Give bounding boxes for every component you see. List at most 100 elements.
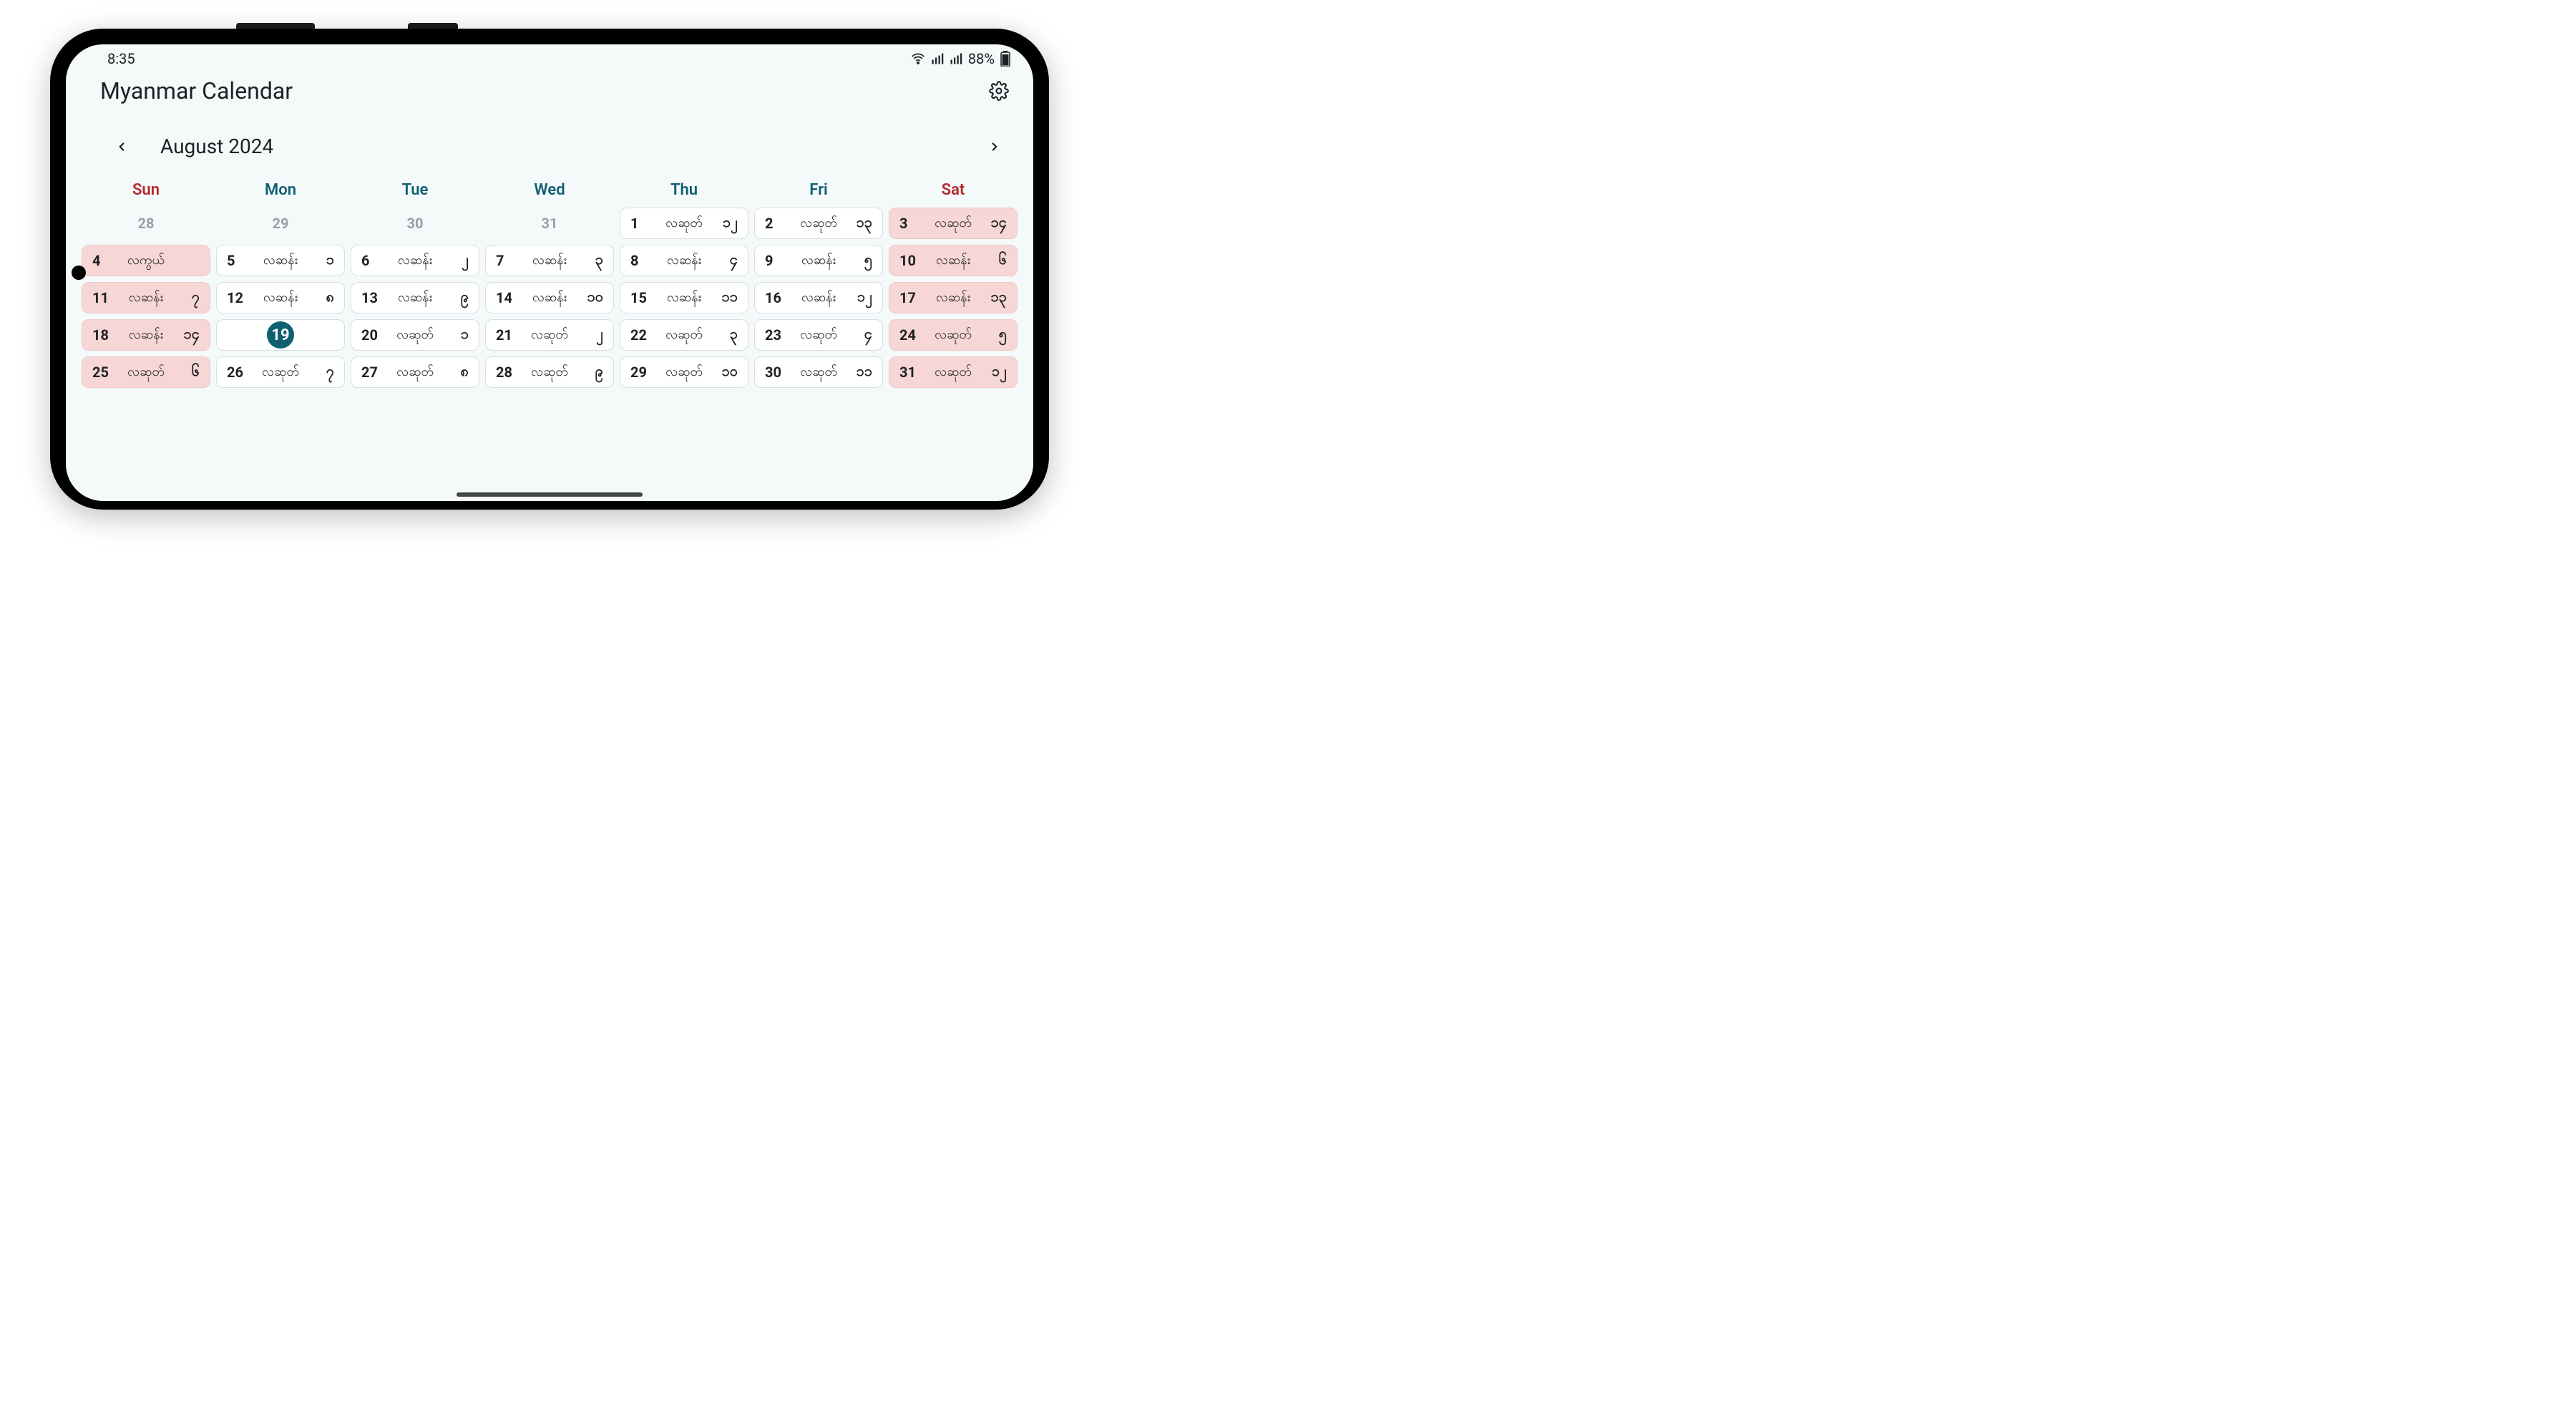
gear-icon: [989, 81, 1009, 101]
mm-day: ၁၄: [178, 324, 200, 346]
gregorian-day: 25: [92, 364, 114, 381]
calendar-cell[interactable]: 24လဆုတ်၅: [889, 319, 1018, 351]
calendar-cell[interactable]: 18လဆန်း၁၄: [82, 319, 210, 351]
calendar-cell[interactable]: 11လဆန်း၇: [82, 282, 210, 313]
calendar-cell[interactable]: 12လဆန်း၈: [216, 282, 345, 313]
dow-header-cell: Tue: [351, 181, 479, 199]
mm-phase: လဆန်း: [121, 288, 171, 308]
gregorian-day: 24: [899, 326, 921, 344]
home-indicator[interactable]: [457, 492, 643, 497]
calendar-cell[interactable]: 13လဆန်း၉: [351, 282, 479, 313]
settings-button[interactable]: [989, 81, 1009, 101]
calendar-weeks: 282930311လဆုတ်၁၂2လဆုတ်၁၃3လဆုတ်၁၄4လကွယ်5လ…: [82, 208, 1018, 425]
mm-phase: လဆုတ်: [928, 326, 978, 345]
gregorian-day: 31: [899, 364, 921, 381]
calendar-cell[interactable]: 28လဆုတ်၉: [485, 356, 614, 388]
dow-header-cell: Sat: [889, 181, 1018, 199]
next-month-button[interactable]: [985, 137, 1005, 157]
calendar-cell[interactable]: 6လဆန်း၂: [351, 245, 479, 276]
calendar-cell[interactable]: 5လဆန်း၁: [216, 245, 345, 276]
mm-phase: လဆန်း: [659, 288, 709, 308]
calendar-cell[interactable]: 23လဆုတ်၄: [754, 319, 883, 351]
calendar-cell[interactable]: 27လဆုတ်၈: [351, 356, 479, 388]
mm-phase: လဆုတ်: [659, 326, 709, 345]
gregorian-day: 7: [496, 252, 517, 269]
mm-day: ၁၁: [716, 287, 738, 308]
mm-phase: လဆန်း: [525, 288, 575, 308]
mm-day: ၁၀: [582, 287, 603, 308]
calendar-cell[interactable]: 22လဆုတ်၃: [620, 319, 748, 351]
mm-phase: လဆုတ်: [928, 214, 978, 233]
calendar-cell[interactable]: 20လဆုတ်၁: [351, 319, 479, 351]
calendar-cell[interactable]: 4 လကွယ်: [82, 245, 210, 276]
mm-phase: လဆန်း: [659, 251, 709, 271]
calendar-week: 11လဆန်း၇12လဆန်း၈13လဆန်း၉14လဆန်း၁၀15လဆန်း…: [82, 282, 1018, 313]
app-bar: Myanmar Calendar: [66, 73, 1033, 109]
calendar-cell[interactable]: 7လဆန်း၃: [485, 245, 614, 276]
mm-phase: လဆန်း: [255, 288, 306, 308]
gregorian-day: 30: [407, 215, 424, 232]
mm-phase: လဆန်း: [794, 288, 844, 308]
calendar-cell[interactable]: 17လဆန်း၁၃: [889, 282, 1018, 313]
calendar-cell[interactable]: 14လဆန်း၁၀: [485, 282, 614, 313]
mm-phase: လဆုတ်: [390, 363, 440, 382]
gregorian-day: 29: [630, 364, 652, 381]
gregorian-day: 15: [630, 289, 652, 306]
calendar-cell[interactable]: 1လဆုတ်၁၂: [620, 208, 748, 239]
mm-phase: လကွယ်: [121, 251, 171, 271]
mm-phase: လဆန်း: [928, 288, 978, 308]
mm-phase: လဆန်း: [928, 251, 978, 271]
mm-day: ၁၃: [985, 287, 1007, 308]
mm-day: ၁၂: [851, 287, 872, 308]
calendar-grid: SunMonTueWedThuFriSat 282930311လဆုတ်၁၂2လ…: [66, 162, 1033, 425]
mm-phase: လဆုတ်: [390, 326, 440, 345]
mm-day: ၁၁: [851, 361, 872, 383]
today-badge: 19: [267, 321, 294, 349]
gregorian-day: 4: [92, 252, 114, 269]
gregorian-day: 26: [227, 364, 248, 381]
month-label[interactable]: August 2024: [160, 135, 273, 158]
dow-header-cell: Wed: [485, 181, 614, 199]
gregorian-day: 12: [227, 289, 248, 306]
gregorian-day: 23: [765, 326, 786, 344]
gregorian-day: 18: [92, 326, 114, 344]
status-bar: 8:35: [66, 44, 1033, 73]
mm-phase: လဆုတ်: [794, 326, 844, 345]
calendar-cell[interactable]: 19: [216, 319, 345, 351]
dow-header-cell: Thu: [620, 181, 748, 199]
calendar-week: 18လဆန်း၁၄ 19 20လဆုတ်၁21လဆုတ်၂22လဆုတ်၃ 23 လဆု…: [82, 319, 1018, 351]
calendar-cell[interactable]: 29လဆုတ်၁၀: [620, 356, 748, 388]
signal-bars-icon: [931, 52, 944, 65]
statusbar-battery-pct: 88%: [968, 50, 995, 67]
mm-phase: လဆုတ်: [794, 363, 844, 382]
calendar-cell[interactable]: 15 လဆန်း ၁၁: [620, 282, 748, 313]
battery-icon: [1000, 51, 1010, 67]
gregorian-day: 31: [542, 215, 558, 232]
camera-cutout: [72, 266, 86, 280]
mm-day: ၇: [178, 287, 200, 308]
calendar-cell[interactable]: 31လဆုတ်၁၂: [889, 356, 1018, 388]
gregorian-day: 13: [361, 289, 383, 306]
calendar-week: 282930311လဆုတ်၁၂2လဆုတ်၁၃3လဆုတ်၁၄: [82, 208, 1018, 239]
calendar-cell[interactable]: 21လဆုတ်၂: [485, 319, 614, 351]
mm-phase: လဆုတ်: [525, 326, 575, 345]
calendar-cell[interactable]: 16လဆန်း၁၂: [754, 282, 883, 313]
calendar-cell[interactable]: 3လဆုတ်၁၄: [889, 208, 1018, 239]
mm-day: ၁၂: [985, 361, 1007, 383]
mm-phase: လဆုတ်: [525, 363, 575, 382]
calendar-cell[interactable]: 10လဆန်း၆: [889, 245, 1018, 276]
gregorian-day: 9: [765, 252, 786, 269]
calendar-cell[interactable]: 30လဆုတ်၁၁: [754, 356, 883, 388]
calendar-cell-outside: 30: [351, 208, 479, 239]
gregorian-day: 10: [899, 252, 921, 269]
prev-month-button[interactable]: [112, 137, 132, 157]
calendar-cell[interactable]: 8လဆန်း၄: [620, 245, 748, 276]
mm-day: ၃: [582, 250, 603, 271]
calendar-cell[interactable]: 26လဆုတ်၇: [216, 356, 345, 388]
calendar-cell[interactable]: 25လဆုတ်၆: [82, 356, 210, 388]
mm-phase: လဆန်း: [255, 251, 306, 271]
calendar-cell[interactable]: 9လဆန်း၅: [754, 245, 883, 276]
calendar-cell[interactable]: 2လဆုတ်၁၃: [754, 208, 883, 239]
mm-phase: လဆန်း: [390, 288, 440, 308]
dow-header: SunMonTueWedThuFriSat: [82, 181, 1018, 208]
